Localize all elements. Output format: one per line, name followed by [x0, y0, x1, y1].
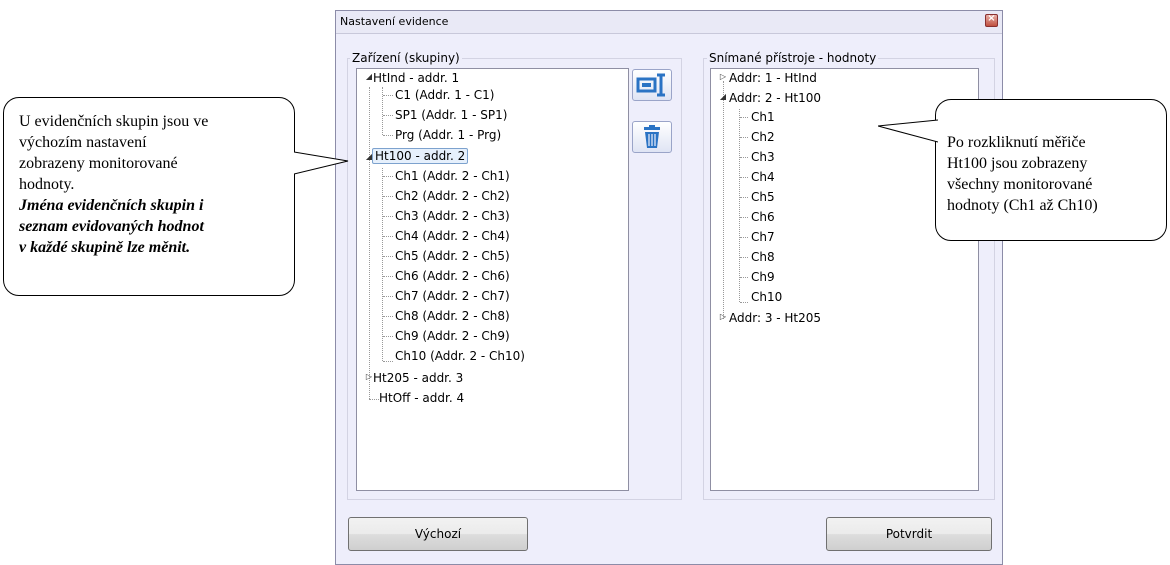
tree-node-ch2[interactable]: Ch2	[751, 129, 775, 145]
tree-connector	[383, 196, 393, 197]
tree-node-ch7[interactable]: Ch7	[751, 229, 775, 245]
devices-group-label: Zařízení (skupiny)	[350, 51, 462, 65]
tree-node-ch9[interactable]: Ch9 (Addr. 2 - Ch9)	[395, 328, 510, 344]
tree-node-c1[interactable]: C1 (Addr. 1 - C1)	[395, 87, 495, 103]
callout-line: výchozím nastavení	[19, 134, 147, 151]
callout-line: hodnoty.	[19, 176, 75, 193]
tree-node-ch5[interactable]: Ch5	[751, 189, 775, 205]
edit-icon	[636, 73, 665, 97]
tree-node-ch8[interactable]: Ch8	[751, 249, 775, 265]
callout-line-emphasis: Jména evidenčních skupin i	[19, 197, 204, 214]
tree-node-prg[interactable]: Prg (Addr. 1 - Prg)	[395, 127, 501, 143]
tree-connector	[383, 115, 393, 116]
callout-line: Ht100 jsou zobrazeny	[947, 155, 1088, 172]
callout-line: Po rozkliknutí měřiče	[947, 134, 1086, 151]
tree-node-ch6[interactable]: Ch6 (Addr. 2 - Ch6)	[395, 268, 510, 284]
tree-node-sp1[interactable]: SP1 (Addr. 1 - SP1)	[395, 107, 507, 123]
expand-icon[interactable]: ▷	[718, 312, 728, 321]
tree-connector	[740, 197, 748, 198]
tree-node-ch10[interactable]: Ch10	[751, 289, 782, 305]
tree-connector	[383, 216, 393, 217]
tree-connector	[369, 399, 379, 400]
tree-connector	[383, 296, 393, 297]
tree-connector	[383, 336, 393, 337]
tree-connector	[740, 157, 748, 158]
tree-connector	[740, 277, 748, 278]
tree-connector	[740, 117, 748, 118]
settings-dialog: Nastavení evidence × Zařízení (skupiny) …	[335, 10, 1003, 565]
tree-connector	[723, 81, 724, 319]
callout-pointer	[878, 119, 938, 143]
tree-connector	[740, 177, 748, 178]
tree-node-addr3[interactable]: Addr: 3 - Ht205	[729, 310, 821, 326]
title-bar: Nastavení evidence ×	[336, 11, 1002, 34]
tree-node-ch4[interactable]: Ch4	[751, 169, 775, 185]
tree-connector	[740, 217, 748, 218]
tree-node-ch2[interactable]: Ch2 (Addr. 2 - Ch2)	[395, 188, 510, 204]
tree-node-ht205[interactable]: Ht205 - addr. 3	[373, 370, 463, 386]
expand-icon[interactable]: ▷	[718, 72, 728, 81]
callout-line: všechny monitorované	[947, 176, 1093, 193]
callout-line: zobrazeny monitorované	[19, 155, 178, 172]
tree-node-ch9[interactable]: Ch9	[751, 269, 775, 285]
tree-node-addr1[interactable]: Addr: 1 - HtInd	[729, 70, 817, 86]
left-callout: U evidenčních skupin jsou ve výchozím na…	[3, 97, 349, 296]
tree-connector	[740, 257, 748, 258]
tree-node-ch8[interactable]: Ch8 (Addr. 2 - Ch8)	[395, 308, 510, 324]
tree-connector	[369, 87, 370, 399]
tree-node-ch1[interactable]: Ch1	[751, 109, 775, 125]
tree-node-ch7[interactable]: Ch7 (Addr. 2 - Ch7)	[395, 288, 510, 304]
delete-button[interactable]	[632, 121, 672, 153]
tree-node-ch4[interactable]: Ch4 (Addr. 2 - Ch4)	[395, 228, 510, 244]
callout-line-emphasis: v každé skupině lze měnit.	[19, 239, 191, 256]
tree-connector	[383, 95, 393, 96]
tree-node-ch6[interactable]: Ch6	[751, 209, 775, 225]
tree-node-htind[interactable]: HtInd - addr. 1	[373, 70, 459, 86]
tree-node-ch1[interactable]: Ch1 (Addr. 2 - Ch1)	[395, 168, 510, 184]
right-callout-text: Po rozkliknutí měřiče Ht100 jsou zobraze…	[947, 132, 1098, 216]
left-callout-text: U evidenčních skupin jsou ve výchozím na…	[19, 111, 208, 258]
tree-connector	[383, 316, 393, 317]
tree-node-ch5[interactable]: Ch5 (Addr. 2 - Ch5)	[395, 248, 510, 264]
tree-connector	[740, 302, 748, 303]
tree-connector	[383, 236, 393, 237]
tree-connector	[740, 137, 748, 138]
right-callout: Po rozkliknutí měřiče Ht100 jsou zobraze…	[878, 99, 1167, 241]
dialog-title: Nastavení evidence	[340, 15, 449, 28]
tree-node-ch10[interactable]: Ch10 (Addr. 2 - Ch10)	[395, 348, 525, 364]
values-group-label: Snímané přístroje - hodnoty	[707, 51, 879, 65]
tree-node-ch3[interactable]: Ch3	[751, 149, 775, 165]
collapse-icon[interactable]: ◢	[718, 92, 728, 101]
tree-node-htoff[interactable]: HtOff - addr. 4	[379, 390, 464, 406]
tree-connector	[383, 176, 393, 177]
tree-connector	[383, 361, 393, 362]
tree-node-addr2[interactable]: Addr: 2 - Ht100	[729, 90, 821, 106]
rename-button[interactable]	[632, 69, 672, 101]
tree-node-ht100[interactable]: Ht100 - addr. 2	[372, 148, 469, 164]
tree-connector	[383, 135, 393, 136]
tree-node-ch3[interactable]: Ch3 (Addr. 2 - Ch3)	[395, 208, 510, 224]
close-icon: ×	[987, 13, 996, 24]
tree-connector	[383, 276, 393, 277]
callout-line: U evidenčních skupin jsou ve	[19, 113, 209, 130]
confirm-button[interactable]: Potvrdit	[826, 517, 992, 551]
callout-pointer	[294, 151, 349, 175]
tree-connector	[740, 237, 748, 238]
devices-tree[interactable]: ◢ HtInd - addr. 1 C1 (Addr. 1 - C1) SP1 …	[356, 68, 629, 491]
default-button[interactable]: Výchozí	[348, 517, 528, 551]
callout-line: hodnoty (Ch1 až Ch10)	[947, 197, 1098, 214]
close-button[interactable]: ×	[985, 13, 998, 27]
callout-line-emphasis: seznam evidovaných hodnot	[19, 218, 204, 235]
trash-icon	[644, 125, 660, 148]
tree-connector	[383, 256, 393, 257]
